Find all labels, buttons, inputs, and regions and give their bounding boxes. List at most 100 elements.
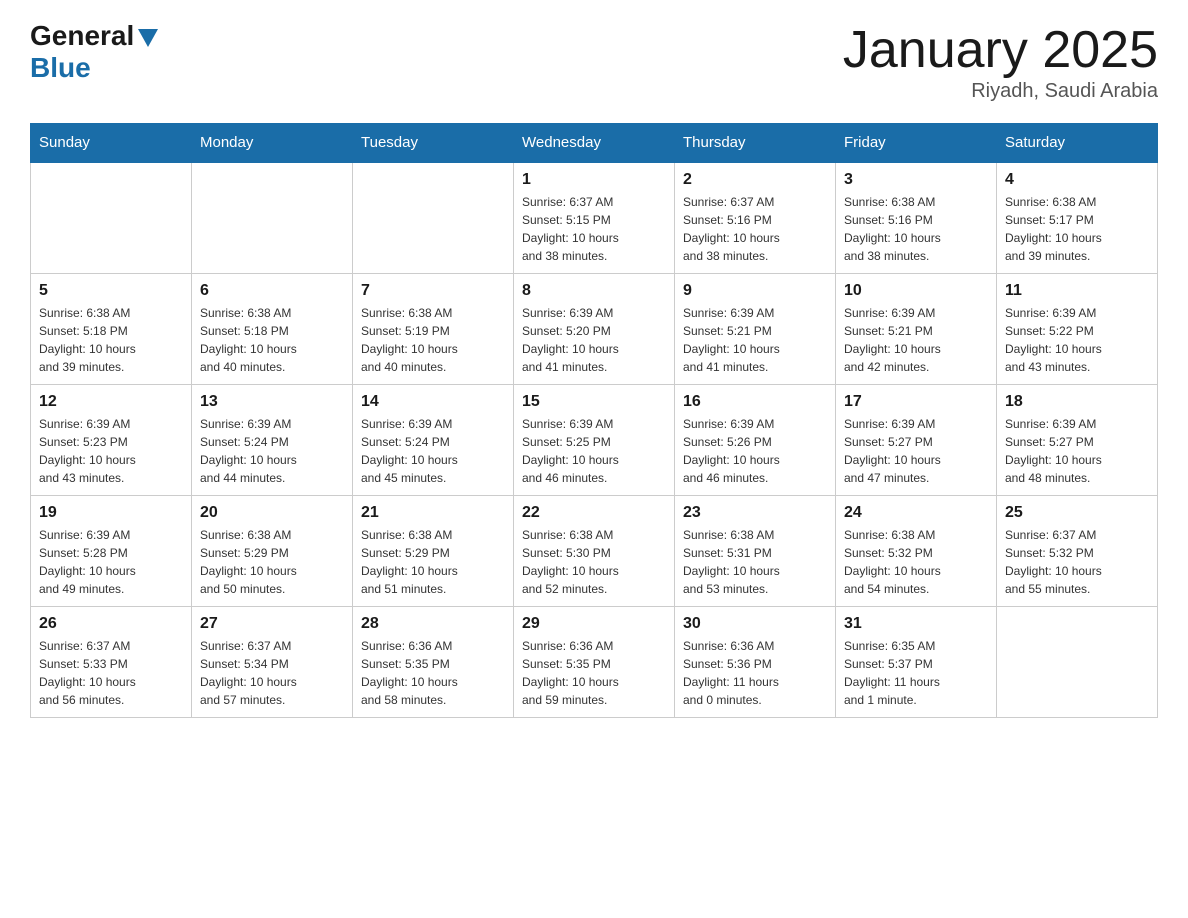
day-cell: 25 Sunrise: 6:37 AM Sunset: 5:32 PM Dayli…: [997, 496, 1158, 607]
header-thursday: Thursday: [675, 124, 836, 163]
day-number: 29: [522, 615, 666, 633]
day-info: Sunrise: 6:38 AM Sunset: 5:18 PM Dayligh…: [200, 304, 344, 376]
logo-text: General: [30, 20, 158, 52]
day-info: Sunrise: 6:39 AM Sunset: 5:28 PM Dayligh…: [39, 526, 183, 598]
day-cell: 7Sunrise: 6:38 AM Sunset: 5:19 PM Daylig…: [353, 274, 514, 385]
header-tuesday: Tuesday: [353, 124, 514, 163]
day-cell: 16Sunrise: 6:39 AM Sunset: 5:26 PM Dayli…: [675, 385, 836, 496]
day-number: 31: [844, 615, 988, 633]
day-cell: 4Sunrise: 6:38 AM Sunset: 5:17 PM Daylig…: [997, 162, 1158, 274]
day-info: Sunrise: 6:39 AM Sunset: 5:21 PM Dayligh…: [683, 304, 827, 376]
day-cell: 30 Sunrise: 6:36 AM Sunset: 5:36 PM Dayli…: [675, 607, 836, 718]
day-cell: [997, 607, 1158, 718]
day-cell: 8 Sunrise: 6:39 AM Sunset: 5:20 PM Daylig…: [514, 274, 675, 385]
day-number: 25: [1005, 504, 1149, 522]
day-number: 2: [683, 171, 827, 189]
header-wednesday: Wednesday: [514, 124, 675, 163]
day-cell: 23 Sunrise: 6:38 AM Sunset: 5:31 PM Dayli…: [675, 496, 836, 607]
week-row-1: 1 Sunrise: 6:37 AM Sunset: 5:15 PM Daylig…: [31, 162, 1158, 274]
day-info: Sunrise: 6:38 AM Sunset: 5:17 PM Dayligh…: [1005, 193, 1149, 265]
day-number: 26: [39, 615, 183, 633]
day-info: Sunrise: 6:39 AM Sunset: 5:20 PM Dayligh…: [522, 304, 666, 376]
day-cell: 9 Sunrise: 6:39 AM Sunset: 5:21 PM Daylig…: [675, 274, 836, 385]
day-number: 9: [683, 282, 827, 300]
location: Riyadh, Saudi Arabia: [843, 80, 1158, 103]
day-cell: 14Sunrise: 6:39 AM Sunset: 5:24 PM Dayli…: [353, 385, 514, 496]
header-row: SundayMondayTuesdayWednesdayThursdayFrid…: [31, 124, 1158, 163]
day-cell: 11Sunrise: 6:39 AM Sunset: 5:22 PM Dayli…: [997, 274, 1158, 385]
calendar-table: SundayMondayTuesdayWednesdayThursdayFrid…: [30, 123, 1158, 718]
day-number: 12: [39, 393, 183, 411]
header-saturday: Saturday: [997, 124, 1158, 163]
logo-blue: Blue: [30, 52, 91, 84]
day-cell: 21Sunrise: 6:38 AM Sunset: 5:29 PM Dayli…: [353, 496, 514, 607]
day-info: Sunrise: 6:38 AM Sunset: 5:16 PM Dayligh…: [844, 193, 988, 265]
day-info: Sunrise: 6:39 AM Sunset: 5:27 PM Dayligh…: [844, 415, 988, 487]
day-number: 8: [522, 282, 666, 300]
day-info: Sunrise: 6:37 AM Sunset: 5:15 PM Dayligh…: [522, 193, 666, 265]
day-number: 19: [39, 504, 183, 522]
day-number: 18: [1005, 393, 1149, 411]
week-row-2: 5 Sunrise: 6:38 AM Sunset: 5:18 PM Daylig…: [31, 274, 1158, 385]
header-monday: Monday: [192, 124, 353, 163]
day-cell: 10Sunrise: 6:39 AM Sunset: 5:21 PM Dayli…: [836, 274, 997, 385]
day-number: 15: [522, 393, 666, 411]
day-info: Sunrise: 6:38 AM Sunset: 5:32 PM Dayligh…: [844, 526, 988, 598]
day-number: 28: [361, 615, 505, 633]
day-number: 22: [522, 504, 666, 522]
day-number: 27: [200, 615, 344, 633]
day-cell: [353, 162, 514, 274]
day-cell: 22 Sunrise: 6:38 AM Sunset: 5:30 PM Dayli…: [514, 496, 675, 607]
day-number: 6: [200, 282, 344, 300]
day-cell: 20 Sunrise: 6:38 AM Sunset: 5:29 PM Dayli…: [192, 496, 353, 607]
day-info: Sunrise: 6:36 AM Sunset: 5:36 PM Dayligh…: [683, 637, 827, 709]
day-number: 20: [200, 504, 344, 522]
day-cell: 31 Sunrise: 6:35 AM Sunset: 5:37 PM Dayli…: [836, 607, 997, 718]
day-cell: 2 Sunrise: 6:37 AM Sunset: 5:16 PM Daylig…: [675, 162, 836, 274]
day-number: 3: [844, 171, 988, 189]
month-title: January 2025: [843, 20, 1158, 80]
day-number: 16: [683, 393, 827, 411]
title-area: January 2025 Riyadh, Saudi Arabia: [843, 20, 1158, 103]
day-cell: 6 Sunrise: 6:38 AM Sunset: 5:18 PM Daylig…: [192, 274, 353, 385]
day-number: 24: [844, 504, 988, 522]
day-cell: 28Sunrise: 6:36 AM Sunset: 5:35 PM Dayli…: [353, 607, 514, 718]
day-cell: 13 Sunrise: 6:39 AM Sunset: 5:24 PM Dayli…: [192, 385, 353, 496]
week-row-3: 12Sunrise: 6:39 AM Sunset: 5:23 PM Dayli…: [31, 385, 1158, 496]
day-info: Sunrise: 6:37 AM Sunset: 5:32 PM Dayligh…: [1005, 526, 1149, 598]
logo: General Blue: [30, 20, 158, 84]
day-info: Sunrise: 6:39 AM Sunset: 5:21 PM Dayligh…: [844, 304, 988, 376]
day-number: 21: [361, 504, 505, 522]
week-row-5: 26 Sunrise: 6:37 AM Sunset: 5:33 PM Dayli…: [31, 607, 1158, 718]
day-info: Sunrise: 6:37 AM Sunset: 5:16 PM Dayligh…: [683, 193, 827, 265]
day-info: Sunrise: 6:37 AM Sunset: 5:33 PM Dayligh…: [39, 637, 183, 709]
day-number: 23: [683, 504, 827, 522]
day-number: 30: [683, 615, 827, 633]
day-number: 1: [522, 171, 666, 189]
day-info: Sunrise: 6:38 AM Sunset: 5:31 PM Dayligh…: [683, 526, 827, 598]
page-header: General Blue January 2025 Riyadh, Saudi …: [30, 20, 1158, 103]
day-info: Sunrise: 6:36 AM Sunset: 5:35 PM Dayligh…: [522, 637, 666, 709]
day-number: 17: [844, 393, 988, 411]
day-info: Sunrise: 6:38 AM Sunset: 5:29 PM Dayligh…: [200, 526, 344, 598]
day-info: Sunrise: 6:37 AM Sunset: 5:34 PM Dayligh…: [200, 637, 344, 709]
day-info: Sunrise: 6:39 AM Sunset: 5:24 PM Dayligh…: [361, 415, 505, 487]
day-cell: 29 Sunrise: 6:36 AM Sunset: 5:35 PM Dayli…: [514, 607, 675, 718]
day-cell: 17 Sunrise: 6:39 AM Sunset: 5:27 PM Dayli…: [836, 385, 997, 496]
day-number: 11: [1005, 282, 1149, 300]
day-cell: 27 Sunrise: 6:37 AM Sunset: 5:34 PM Dayli…: [192, 607, 353, 718]
day-cell: 12Sunrise: 6:39 AM Sunset: 5:23 PM Dayli…: [31, 385, 192, 496]
day-info: Sunrise: 6:35 AM Sunset: 5:37 PM Dayligh…: [844, 637, 988, 709]
day-number: 13: [200, 393, 344, 411]
day-cell: 24 Sunrise: 6:38 AM Sunset: 5:32 PM Dayli…: [836, 496, 997, 607]
day-cell: 5Sunrise: 6:38 AM Sunset: 5:18 PM Daylig…: [31, 274, 192, 385]
day-cell: 3 Sunrise: 6:38 AM Sunset: 5:16 PM Daylig…: [836, 162, 997, 274]
day-info: Sunrise: 6:39 AM Sunset: 5:24 PM Dayligh…: [200, 415, 344, 487]
logo-general: General: [30, 20, 134, 52]
day-info: Sunrise: 6:38 AM Sunset: 5:30 PM Dayligh…: [522, 526, 666, 598]
day-number: 5: [39, 282, 183, 300]
day-number: 7: [361, 282, 505, 300]
day-info: Sunrise: 6:39 AM Sunset: 5:27 PM Dayligh…: [1005, 415, 1149, 487]
day-cell: 15Sunrise: 6:39 AM Sunset: 5:25 PM Dayli…: [514, 385, 675, 496]
week-row-4: 19 Sunrise: 6:39 AM Sunset: 5:28 PM Dayli…: [31, 496, 1158, 607]
